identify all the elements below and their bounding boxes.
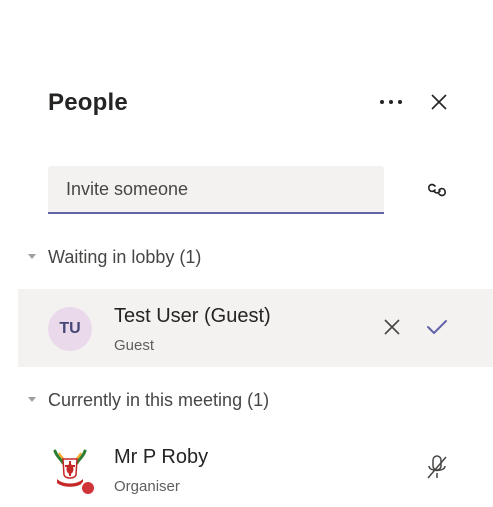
invite-input[interactable] bbox=[48, 166, 384, 212]
people-panel: People Waiting in lobby (1) bbox=[0, 0, 493, 507]
mic-off-icon bbox=[427, 455, 447, 479]
close-panel-button[interactable] bbox=[424, 86, 454, 118]
close-icon bbox=[431, 94, 447, 110]
admit-check-icon bbox=[427, 320, 447, 334]
lobby-participant-row[interactable]: TU Test User (Guest) Guest bbox=[18, 289, 493, 367]
participant-role: Organiser bbox=[114, 478, 180, 495]
more-options-icon bbox=[380, 100, 402, 104]
participant-name: Test User (Guest) bbox=[114, 305, 271, 327]
meeting-heading: Currently in this meeting (1) bbox=[48, 389, 270, 410]
caret-down-icon bbox=[24, 249, 40, 265]
caret-down-icon bbox=[24, 392, 40, 408]
copy-link-icon bbox=[428, 183, 446, 197]
mute-toggle-button[interactable] bbox=[422, 452, 452, 482]
invite-field[interactable] bbox=[48, 166, 384, 214]
admit-button[interactable] bbox=[422, 313, 452, 341]
panel-header: People bbox=[48, 86, 468, 122]
deny-button[interactable] bbox=[378, 313, 406, 341]
meeting-participant-row[interactable]: Mr P Roby Organiser bbox=[18, 432, 493, 507]
more-options-button[interactable] bbox=[376, 86, 406, 118]
lobby-heading: Waiting in lobby (1) bbox=[48, 246, 202, 267]
lobby-section-header[interactable]: Waiting in lobby (1) bbox=[24, 242, 464, 272]
participant-role: Guest bbox=[114, 337, 155, 354]
meeting-section-header[interactable]: Currently in this meeting (1) bbox=[24, 385, 464, 415]
deny-x-icon bbox=[384, 319, 400, 335]
avatar: TU bbox=[48, 307, 92, 351]
copy-link-button[interactable] bbox=[422, 175, 452, 205]
panel-title: People bbox=[48, 89, 128, 116]
participant-name: Mr P Roby bbox=[114, 446, 209, 468]
status-busy-indicator bbox=[80, 480, 96, 496]
